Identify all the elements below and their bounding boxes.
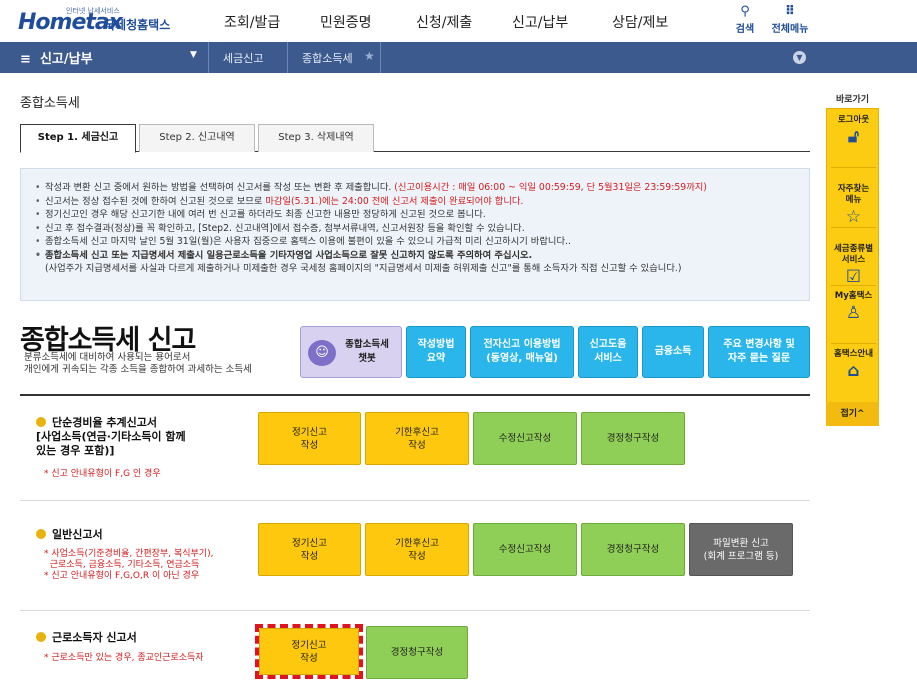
quick-menu: 로그아웃 🔓︎ 자주찾는 메뉴 ☆ 세금종류별 서비스 ☑ My홈택스 ♙ 홈택…: [826, 108, 879, 426]
search-button[interactable]: ⚲ 검색: [733, 4, 757, 35]
notice-line: • 종합소득세 신고 마지막 날인 5월 31일(월)은 사용자 집중으로 홈택스…: [35, 236, 571, 247]
main-description: 분류소득세에 대비하여 사용되는 용어로서 개인에게 귀속되는 각종 소득을 종…: [24, 352, 252, 375]
quick-logout[interactable]: 로그아웃 🔓︎: [827, 115, 880, 148]
breadcrumb-income-tax[interactable]: 종합소득세: [302, 50, 353, 66]
gnb-consult[interactable]: 상담/제보: [612, 12, 668, 32]
general-amend-button[interactable]: 수정신고작성: [473, 523, 577, 576]
tab-step3[interactable]: Step 3. 삭제내역: [258, 124, 374, 152]
all-menu-label: 전체메뉴: [771, 24, 809, 35]
notice-line: • 종합소득세 신고 또는 지급명세서 제출시 일용근로소득을 기타자영업 사업소…: [35, 249, 533, 261]
notice-line: • 작성과 변환 신고 중에서 원하는 방법을 선택하여 신고서를 작성 또는 변…: [35, 182, 707, 193]
notice-line: • 정기신고인 경우 해당 신고기한 내에 여러 번 신고를 하더라도 최종 신고…: [35, 209, 486, 220]
nav-separator: [380, 42, 381, 73]
bullet-icon: [36, 417, 46, 427]
section-title-general: 일반신고서: [36, 528, 103, 542]
divider: [831, 167, 876, 168]
tab-step2[interactable]: Step 2. 신고내역: [139, 124, 255, 152]
faq-button[interactable]: 주요 변경사항 및 자주 묻는 질문: [708, 326, 810, 378]
star-icon: ☆: [845, 207, 862, 227]
breadcrumb-tax-report[interactable]: 세금신고: [223, 50, 263, 66]
bullet-icon: [36, 632, 46, 642]
chatbot-button[interactable]: ☺ 종합소득세 챗봇: [300, 326, 402, 378]
financial-income-button[interactable]: 금융소득: [642, 326, 704, 378]
all-menu-button[interactable]: ⠿ 전체메뉴: [768, 4, 812, 35]
search-icon: ⚲: [740, 4, 750, 19]
gnb-certificate[interactable]: 민원증명: [320, 12, 372, 32]
divider: [831, 285, 876, 286]
chatbot-icon: ☺: [308, 340, 336, 366]
page-title: 종합소득세: [20, 96, 80, 111]
divider: [20, 394, 810, 396]
gnb-inquiry[interactable]: 조회/발급: [224, 12, 280, 32]
divider: [831, 343, 876, 344]
nav-bar: ≡ 신고/납부 ▼ 세금신고 종합소득세 ★ ▼: [0, 42, 917, 73]
quick-hometax-guide[interactable]: 홈택스안내 ⌂: [827, 349, 880, 382]
report-help-button[interactable]: 신고도움 서비스: [578, 326, 638, 378]
chatbot-label: 종합소득세 챗봇: [345, 339, 389, 364]
general-late-report-button[interactable]: 기한후신고 작성: [365, 523, 469, 576]
guide-icon: ⌂: [847, 361, 860, 381]
file-conversion-report-button[interactable]: 파일변환 신고 (회계 프로그램 등): [689, 523, 793, 576]
bullet-icon: [36, 529, 46, 539]
simple-late-report-button[interactable]: 기한후신고 작성: [365, 412, 469, 465]
hometax-logo[interactable]: 인터넷 납세서비스 Hometax 국세청홈택스: [16, 4, 176, 38]
section-title-simple: 단순경비율 추계신고서 [사업소득(연금·기타소득이 함께 있는 경우 포함)]: [36, 416, 186, 457]
writing-guide-button[interactable]: 작성방법 요약: [406, 326, 466, 378]
grid-icon: ⠿: [784, 4, 796, 19]
divider: [20, 610, 810, 611]
top-header: 인터넷 납세서비스 Hometax 국세청홈택스 조회/발급 민원증명 신청/제…: [0, 0, 917, 42]
quick-favorites[interactable]: 자주찾는 메뉴 ☆: [827, 173, 880, 239]
chevron-down-icon[interactable]: ▼: [793, 51, 806, 64]
nav-menu[interactable]: ≡ 신고/납부: [20, 48, 93, 67]
nav-separator: [208, 42, 209, 73]
general-regular-report-button[interactable]: 정기신고 작성: [258, 523, 361, 576]
worker-correction-claim-button[interactable]: 경정청구작성: [366, 626, 468, 679]
person-icon: ♙: [845, 303, 862, 323]
gnb-application[interactable]: 신청/제출: [416, 12, 472, 32]
divider: [831, 227, 876, 228]
nav-menu-label: 신고/납부: [39, 52, 93, 67]
logo-korean: 국세청홈택스: [104, 18, 171, 32]
lock-icon: 🔓︎: [847, 127, 860, 147]
notice-line: • 신고 후 접수결과(정상)를 꼭 확인하고, [Step2. 신고내역]에서 …: [35, 222, 525, 234]
gnb-report-pay[interactable]: 신고/납부: [512, 12, 568, 32]
quick-menu-label: 바로가기: [835, 95, 870, 105]
quick-my-hometax[interactable]: My홈택스 ♙: [827, 291, 880, 324]
nav-separator: [287, 42, 288, 73]
search-label: 검색: [735, 24, 755, 35]
e-filing-guide-button[interactable]: 전자신고 이용방법 (동영상, 매뉴얼): [470, 326, 574, 378]
section-note-simple: * 신고 안내유형이 F,G 인 경우: [44, 469, 161, 479]
tab-step1[interactable]: Step 1. 세금신고: [20, 124, 136, 153]
highlight-box: [255, 624, 363, 679]
notice-box: • 작성과 변환 신고 중에서 원하는 방법을 선택하여 신고서를 작성 또는 변…: [20, 168, 810, 301]
simple-amend-button[interactable]: 수정신고작성: [473, 412, 577, 465]
step-tabs: Step 1. 세금신고 Step 2. 신고내역 Step 3. 삭제내역: [20, 124, 810, 153]
notice-line: (사업주가 지급명세서를 사실과 다르게 제출하거나 미제출한 경우 국세청 홈…: [45, 263, 682, 274]
simple-regular-report-button[interactable]: 정기신고 작성: [258, 412, 361, 465]
quick-tax-service[interactable]: 세금종류별 서비스 ☑: [827, 233, 880, 299]
section-note-worker: * 근로소득만 있는 경우, 종교인근로소득자: [44, 653, 204, 663]
divider: [20, 500, 810, 501]
section-title-worker: 근로소득자 신고서: [36, 631, 137, 645]
simple-correction-claim-button[interactable]: 경정청구작성: [581, 412, 685, 465]
favorite-star-icon[interactable]: ★: [364, 49, 375, 63]
section-note-general: * 사업소득(기준경비율, 간편장부, 복식부기), 근로소득, 금융소득, 기…: [44, 549, 214, 581]
nav-dropdown-icon[interactable]: ▼: [190, 50, 197, 60]
quick-menu-collapse[interactable]: 접기^: [826, 402, 879, 426]
notice-line: • 신고서는 정상 접수된 것에 한하여 신고된 것으로 보므로 마감일(5.31…: [35, 195, 524, 207]
general-correction-claim-button[interactable]: 경정청구작성: [581, 523, 685, 576]
